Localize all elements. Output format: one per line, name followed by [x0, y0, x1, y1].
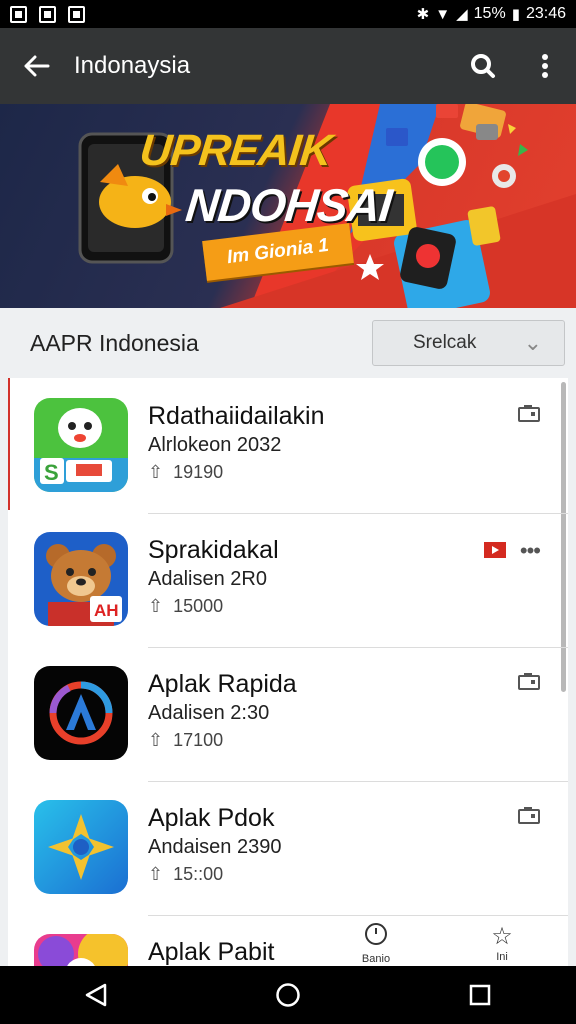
svg-text:S: S — [44, 460, 59, 485]
filter-row: AAPR Indonesia Srelcak ⌄ — [0, 308, 576, 378]
banner-title-line1: UPREAIK — [137, 126, 334, 175]
app-notification-icon — [68, 5, 85, 23]
app-name: Aplak Rapida — [148, 670, 297, 698]
mascot-icon: S — [34, 398, 128, 492]
app-subtitle: Andaisen 2390 — [148, 836, 282, 858]
battery-percent: 15% — [473, 5, 506, 22]
svg-text:AH: AH — [94, 601, 119, 620]
chevron-down-icon: ⌄ — [523, 330, 542, 355]
battery-icon: ▮ — [511, 6, 520, 23]
promo-banner[interactable]: UPREAIK NDOHSAI Im Gionia 1 — [0, 104, 576, 308]
section-label: AAPR Indonesia — [30, 329, 199, 356]
app-downloads: ⇧ 19190 — [148, 462, 223, 483]
app-bar: Indonaysia — [0, 28, 576, 104]
compass-icon — [34, 800, 128, 894]
colorful-icon — [34, 934, 128, 966]
list-item[interactable]: AH Sprakidakal Adalisen 2R0 ⇧ 15000 ••• — [8, 512, 568, 648]
bluetooth-icon: ✱ — [416, 6, 430, 23]
image-notification-icon — [39, 5, 56, 23]
home-circle-icon[interactable] — [258, 966, 318, 1024]
thumbs-up-icon: ⇧ — [148, 462, 164, 482]
download-count: 17100 — [173, 730, 224, 750]
app-name: Rdathaiidailakin — [148, 402, 325, 430]
download-count: 19190 — [173, 462, 224, 482]
status-bar: ✱ ▼ ◢ 15% ▮ 23:46 — [0, 0, 576, 28]
wifi-icon: ▼ — [435, 5, 451, 23]
play-icon[interactable] — [484, 542, 506, 558]
download-count: 15000 — [173, 596, 224, 616]
back-arrow-icon[interactable] — [0, 28, 74, 104]
sort-dropdown[interactable]: Srelcak ⌄ — [372, 320, 565, 366]
bottom-action-label: Ini — [496, 951, 508, 963]
thumbs-up-icon: ⇧ — [148, 864, 164, 884]
clock: 23:46 — [525, 5, 566, 22]
banner-title-line2: NDOHSAI — [183, 179, 394, 231]
list-item[interactable]: S Rdathaiidailakin Alrlokeon 2032 ⇧ 1919… — [8, 378, 568, 514]
recents-square-icon[interactable] — [450, 966, 510, 1024]
thumbs-up-icon: ⇧ — [148, 730, 164, 750]
bottom-action-label: Banio — [361, 953, 391, 965]
ring-logo-icon — [34, 666, 128, 760]
app-subtitle: Alrlokeon 2032 — [148, 434, 282, 456]
app-list[interactable]: S Rdathaiidailakin Alrlokeon 2032 ⇧ 1919… — [8, 378, 568, 966]
notification-icon — [10, 5, 27, 23]
page-title: Indonaysia — [74, 52, 191, 79]
download-count: 15::00 — [173, 864, 224, 884]
app-name: Aplak Pdok — [148, 804, 275, 832]
system-nav-bar — [0, 966, 576, 1024]
more-icon[interactable]: ••• — [520, 538, 541, 564]
app-name: Sprakidakal — [148, 536, 279, 564]
app-subtitle: Adalisen 2:30 — [148, 702, 270, 724]
thumbs-up-icon: ⇧ — [148, 596, 164, 616]
list-item[interactable]: Aplak Pdok Andaisen 2390 ⇧ 15::00 — [8, 780, 568, 916]
bottom-action-favorites[interactable]: ☆ Ini — [472, 922, 532, 963]
app-downloads: ⇧ 17100 — [148, 730, 223, 751]
bottom-action-recent[interactable]: Banio — [346, 922, 406, 965]
cast-icon[interactable] — [518, 806, 540, 830]
cast-icon[interactable] — [518, 672, 540, 696]
back-triangle-icon[interactable] — [66, 966, 126, 1024]
sort-dropdown-value: Srelcak — [413, 332, 477, 353]
clock-icon — [346, 922, 406, 953]
signal-icon: ◢ — [456, 6, 468, 23]
app-name: Aplak Pabit — [148, 938, 275, 966]
list-item[interactable]: Aplak Rapida Adalisen 2:30 ⇧ 17100 — [8, 646, 568, 782]
star-icon: ☆ — [491, 923, 513, 950]
app-downloads: ⇧ 15::00 — [148, 864, 223, 885]
app-downloads: ⇧ 15000 — [148, 596, 223, 617]
overflow-menu-icon[interactable] — [514, 28, 576, 104]
cast-icon[interactable] — [518, 404, 540, 428]
app-subtitle: Adalisen 2R0 — [148, 568, 267, 590]
bear-icon: AH — [34, 532, 128, 626]
search-icon[interactable] — [452, 28, 514, 104]
